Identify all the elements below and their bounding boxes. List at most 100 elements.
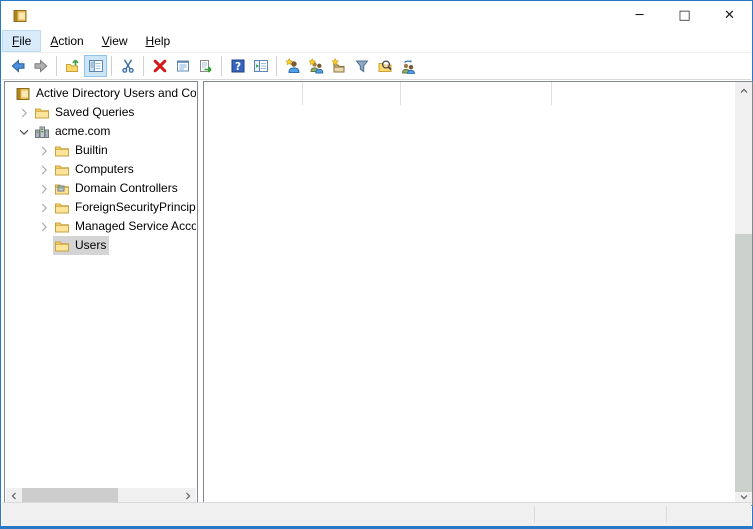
tree-item-foreignsecurityprincipals[interactable]: ForeignSecurityPrincipals bbox=[6, 198, 196, 217]
console-icon bbox=[15, 86, 31, 102]
toolbar-separator[interactable] bbox=[143, 56, 144, 76]
vertical-scrollbar[interactable] bbox=[735, 82, 752, 505]
tree-item-label: acme.com bbox=[55, 122, 110, 141]
tree-item-label: ForeignSecurityPrincipals bbox=[75, 198, 196, 217]
chevron-up-icon bbox=[738, 85, 750, 97]
tree-item-saved-queries[interactable]: Saved Queries bbox=[6, 103, 196, 122]
chev-right-icon[interactable] bbox=[37, 182, 51, 196]
folder-dc-icon bbox=[54, 181, 70, 197]
tree-item-users[interactable]: Users bbox=[6, 236, 196, 255]
chevron-left-icon bbox=[8, 490, 20, 502]
menu-item-file[interactable]: File bbox=[2, 30, 41, 52]
tree-item-label: Active Directory Users and Com bbox=[36, 84, 196, 103]
filter-button[interactable] bbox=[350, 55, 373, 77]
scroll-up-button[interactable] bbox=[735, 82, 752, 99]
console-tree: Active Directory Users and Com Saved Que… bbox=[6, 84, 196, 488]
help-icon bbox=[230, 58, 246, 74]
tree-item-builtin[interactable]: Builtin bbox=[6, 141, 196, 160]
chevron-right-icon bbox=[182, 490, 194, 502]
toolbar-separator[interactable] bbox=[111, 56, 112, 76]
find-button[interactable] bbox=[373, 55, 396, 77]
tree-item-managed-service-accounts[interactable]: Managed Service Accou bbox=[6, 217, 196, 236]
domain-icon bbox=[34, 124, 50, 140]
tree-item-label: Domain Controllers bbox=[75, 179, 178, 198]
cut-button[interactable] bbox=[116, 55, 139, 77]
close-button[interactable]: ✕ bbox=[707, 1, 752, 30]
chev-right-icon[interactable] bbox=[17, 106, 31, 120]
folder-icon bbox=[54, 143, 70, 159]
back-icon bbox=[10, 58, 26, 74]
menu-bar: File Action View Help bbox=[2, 30, 751, 53]
toolbar-separator[interactable] bbox=[56, 56, 57, 76]
tree-item-label: Builtin bbox=[75, 141, 108, 160]
up-level-icon bbox=[65, 58, 81, 74]
properties-button[interactable] bbox=[171, 55, 194, 77]
chev-right-icon[interactable] bbox=[37, 220, 51, 234]
tree-item-computers[interactable]: Computers bbox=[6, 160, 196, 179]
up-one-level-button[interactable] bbox=[61, 55, 84, 77]
tree-item-label: Managed Service Accou bbox=[75, 217, 196, 236]
tree-item-label: Users bbox=[75, 236, 106, 255]
show-console-tree-button[interactable] bbox=[84, 55, 107, 77]
folder-icon bbox=[34, 105, 50, 121]
window-titlebar: ─ □ ✕ bbox=[1, 1, 752, 30]
console-tree-pane: Active Directory Users and Com Saved Que… bbox=[4, 81, 198, 506]
cut-icon bbox=[120, 58, 136, 74]
delete-icon bbox=[152, 58, 168, 74]
toolbar bbox=[2, 53, 751, 80]
column-header-name[interactable] bbox=[204, 82, 303, 105]
aduc-window: ─ □ ✕ File Action View Help bbox=[0, 0, 753, 529]
forward-button[interactable] bbox=[29, 55, 52, 77]
export-list-button[interactable] bbox=[194, 55, 217, 77]
app-icon bbox=[12, 8, 28, 24]
folder-icon bbox=[54, 238, 70, 254]
new-group-icon bbox=[308, 58, 324, 74]
vertical-scroll-thumb[interactable] bbox=[735, 234, 752, 492]
maximize-button[interactable]: □ bbox=[662, 1, 707, 30]
tree-item-label: Computers bbox=[75, 160, 134, 179]
toolbar-separator[interactable] bbox=[221, 56, 222, 76]
help-button[interactable] bbox=[226, 55, 249, 77]
chevron-down-icon bbox=[738, 491, 750, 503]
chev-right-icon[interactable] bbox=[37, 144, 51, 158]
export-list-icon bbox=[198, 58, 214, 74]
menu-item-help[interactable]: Help bbox=[137, 30, 180, 52]
new-group-button[interactable] bbox=[304, 55, 327, 77]
status-bar bbox=[2, 502, 751, 526]
tree-item-acme-com[interactable]: acme.com bbox=[6, 122, 196, 141]
back-button[interactable] bbox=[6, 55, 29, 77]
new-ou-button[interactable] bbox=[327, 55, 350, 77]
folder-icon bbox=[54, 200, 70, 216]
column-header-description[interactable] bbox=[401, 82, 552, 105]
delete-button[interactable] bbox=[148, 55, 171, 77]
show-action-pane-button[interactable] bbox=[249, 55, 272, 77]
find-icon bbox=[377, 58, 393, 74]
status-bar-divider bbox=[666, 506, 667, 523]
folder-icon bbox=[54, 162, 70, 178]
tree-item-domain-controllers[interactable]: Domain Controllers bbox=[6, 179, 196, 198]
chev-right-icon[interactable] bbox=[37, 201, 51, 215]
new-user-icon bbox=[285, 58, 301, 74]
window-controls: ─ □ ✕ bbox=[617, 1, 752, 30]
forward-icon bbox=[33, 58, 49, 74]
list-pane bbox=[203, 81, 753, 506]
minimize-button[interactable]: ─ bbox=[617, 1, 662, 30]
console-tree-icon bbox=[88, 58, 104, 74]
group-membership-button[interactable] bbox=[396, 55, 419, 77]
filter-icon bbox=[354, 58, 370, 74]
folder-icon bbox=[54, 219, 70, 235]
action-pane-icon bbox=[253, 58, 269, 74]
content-area: Active Directory Users and Com Saved Que… bbox=[2, 81, 751, 501]
chev-right-icon[interactable] bbox=[37, 163, 51, 177]
list-header bbox=[204, 82, 735, 105]
properties-icon bbox=[175, 58, 191, 74]
menu-item-action[interactable]: Action bbox=[41, 30, 92, 52]
tree-item-root[interactable]: Active Directory Users and Com bbox=[6, 84, 196, 103]
column-header-type[interactable] bbox=[303, 82, 401, 105]
chev-down-icon[interactable] bbox=[17, 125, 31, 139]
new-ou-icon bbox=[331, 58, 347, 74]
tree-item-label: Saved Queries bbox=[55, 103, 134, 122]
menu-item-view[interactable]: View bbox=[93, 30, 137, 52]
toolbar-separator[interactable] bbox=[276, 56, 277, 76]
new-user-button[interactable] bbox=[281, 55, 304, 77]
